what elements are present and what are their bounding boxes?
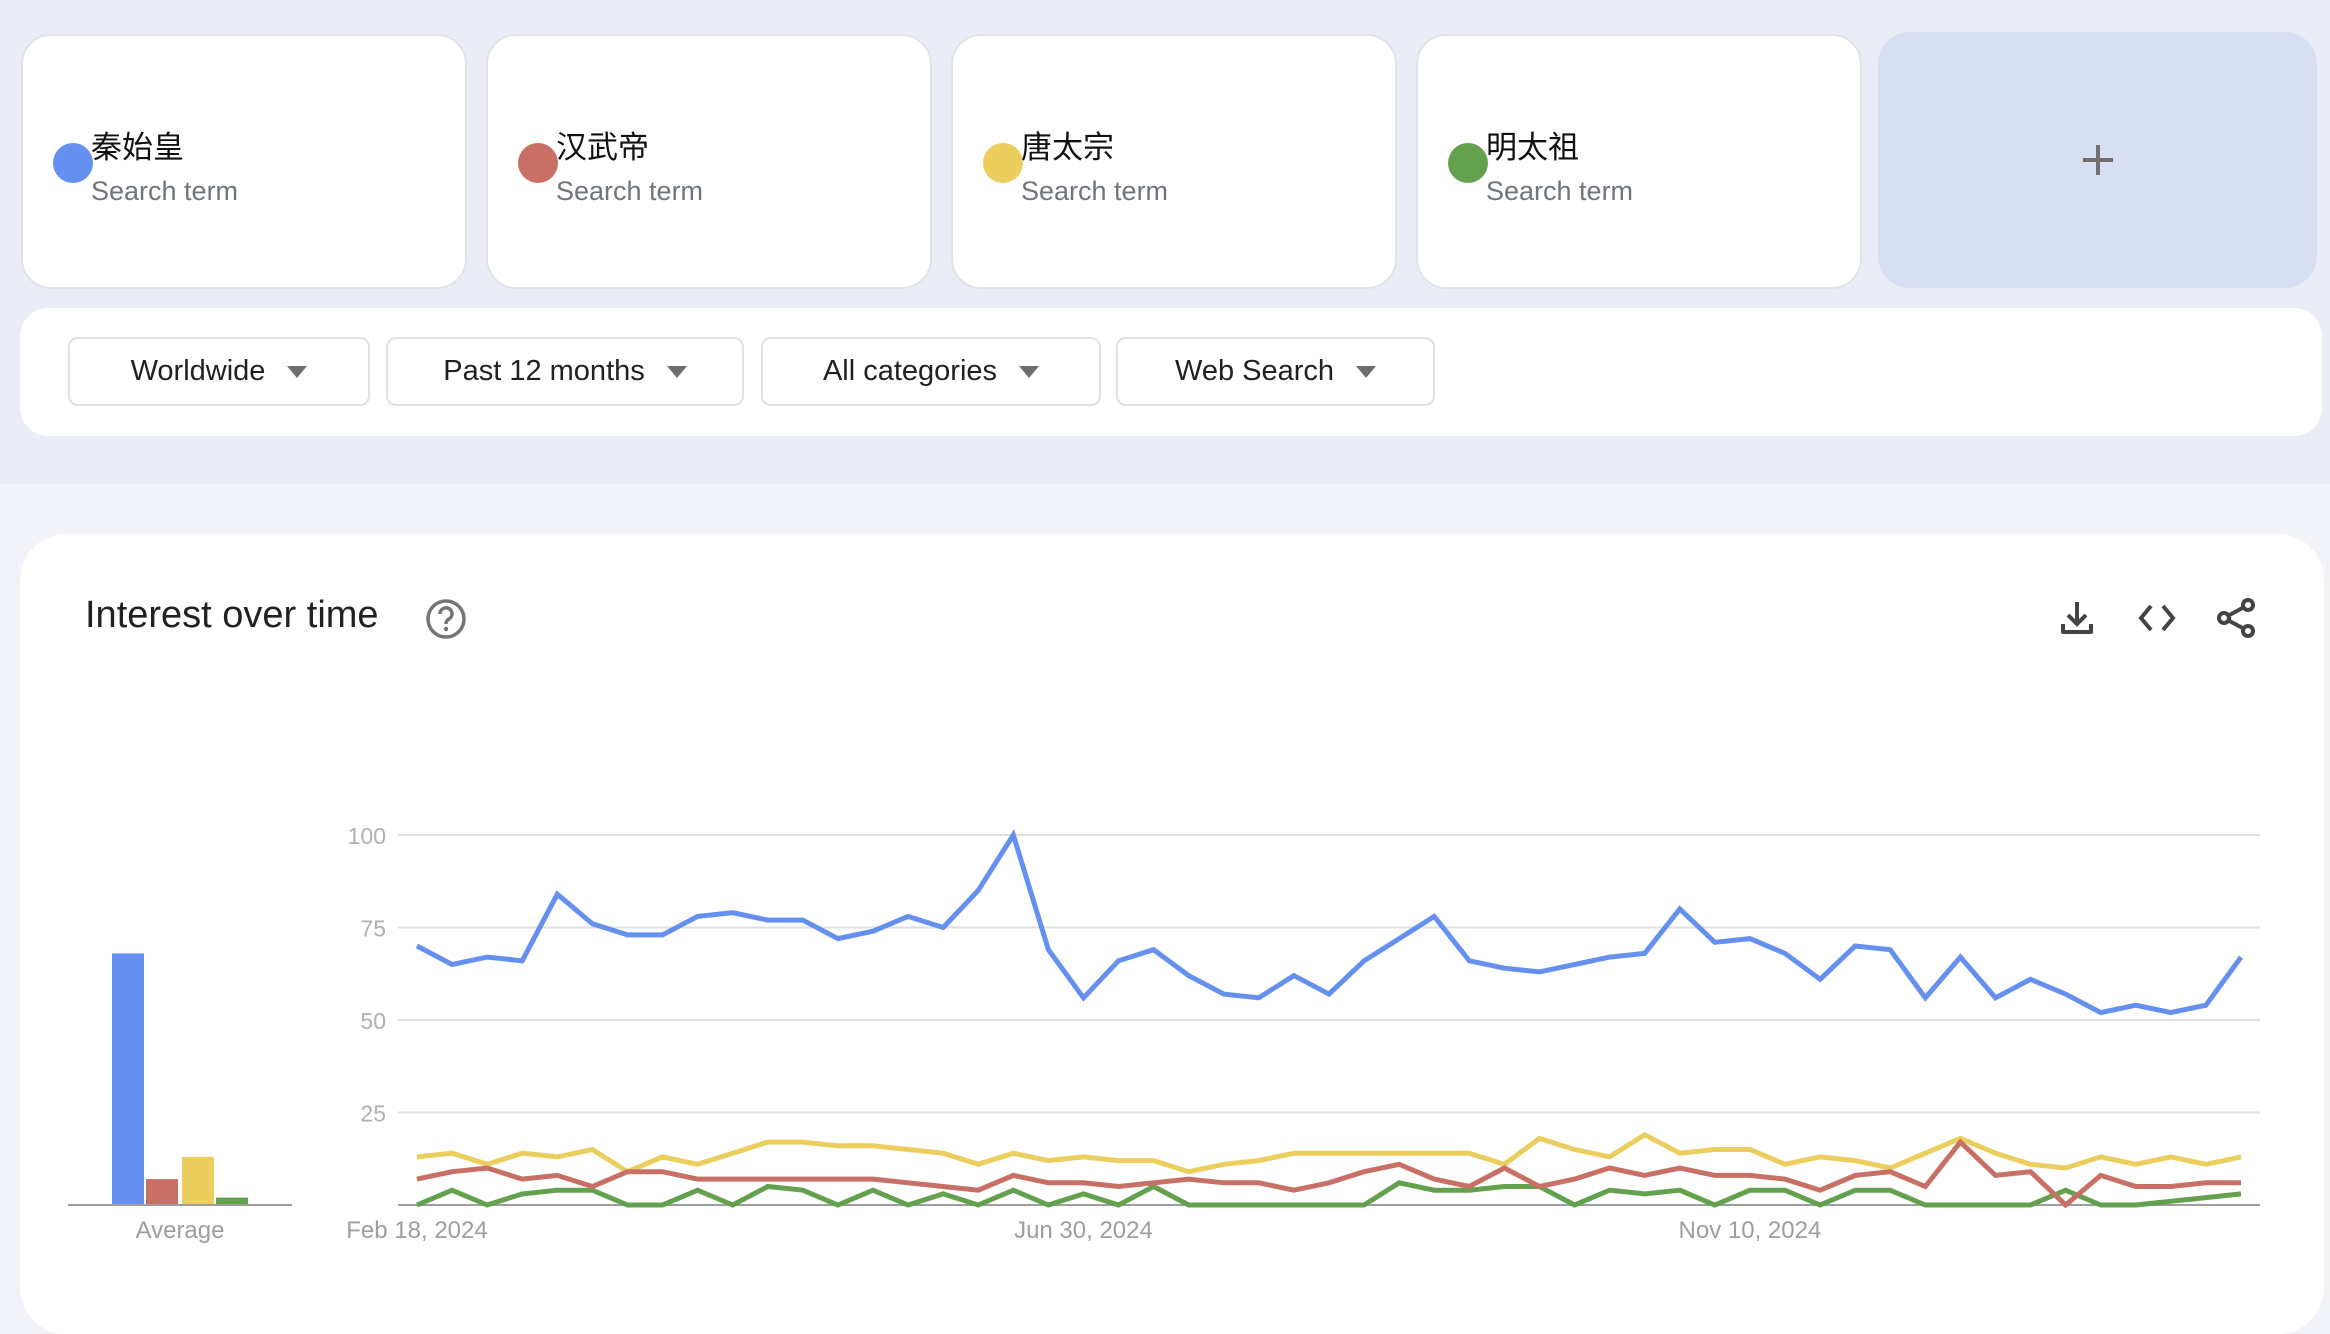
series-line[interactable] xyxy=(416,1131,2242,1175)
series-line[interactable] xyxy=(415,829,2244,1016)
x-tick-label: Jun 30, 2024 xyxy=(1014,1217,1153,1244)
interest-chart: Average 25 50 75 100 Feb 18, 2024 Jun 30, 202… xyxy=(68,823,2260,1244)
average-bar-chart: Average xyxy=(68,953,292,1244)
x-tick-label: Feb 18, 2024 xyxy=(346,1217,487,1244)
y-tick-label: 75 xyxy=(360,916,386,942)
average-bar[interactable] xyxy=(112,953,144,1205)
average-bar[interactable] xyxy=(216,1197,248,1205)
y-tick-label: 50 xyxy=(360,1008,386,1034)
x-tick-label: Nov 10, 2024 xyxy=(1679,1217,1822,1244)
average-bar[interactable] xyxy=(146,1179,178,1205)
y-tick-label: 100 xyxy=(348,823,386,849)
y-tick-label: 25 xyxy=(360,1101,386,1127)
average-label: Average xyxy=(136,1217,225,1244)
series-line[interactable] xyxy=(416,1180,2242,1208)
average-bar[interactable] xyxy=(182,1156,214,1205)
